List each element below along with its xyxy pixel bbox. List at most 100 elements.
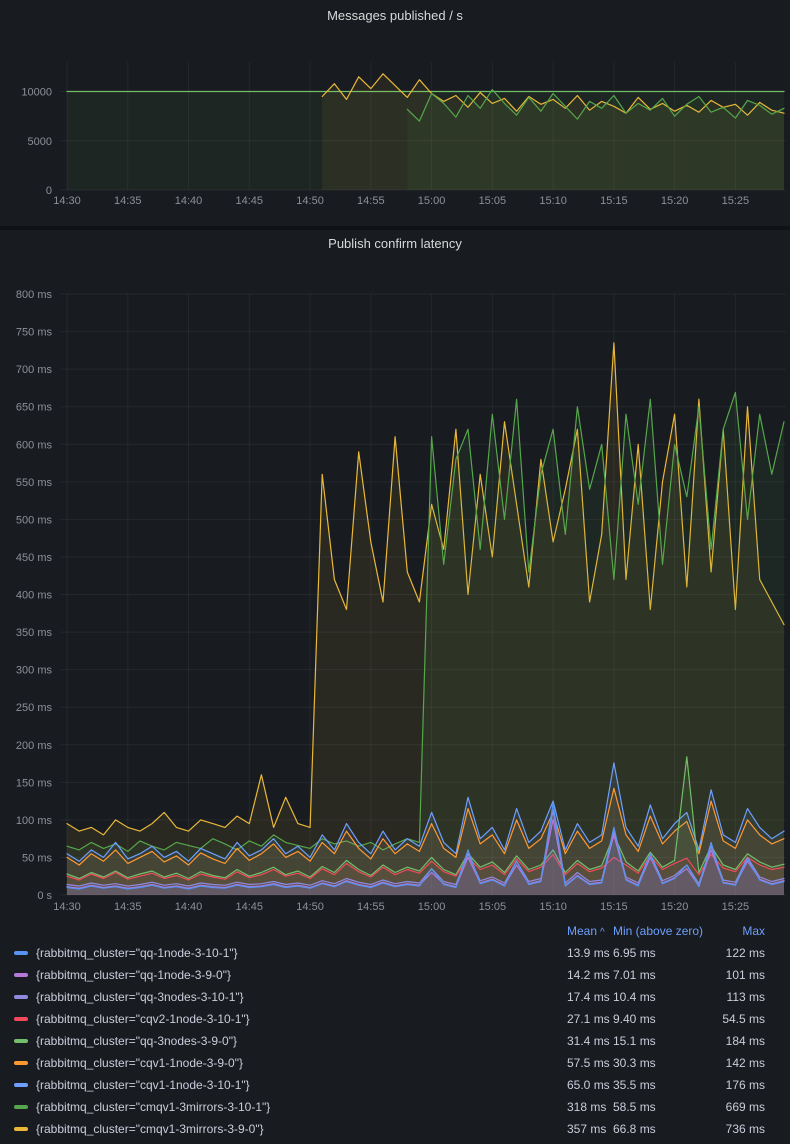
panel-publish-confirm-latency: Publish confirm latency 0 s 50 ms 100 ms 15…: [0, 230, 790, 1144]
messages-published-chart[interactable]: 050001000014:3014:3514:4014:4514:5014:55…: [0, 30, 790, 215]
x-axis-tick-label: 15:00: [418, 901, 446, 913]
legend-min-value: 15.1 ms: [613, 1034, 721, 1048]
y-axis-tick-label: 350 ms: [16, 627, 53, 639]
x-axis-tick-label: 15:05: [479, 901, 507, 913]
series-color-swatch: [14, 1017, 28, 1021]
y-axis-tick-label: 50 ms: [22, 852, 52, 864]
legend-min-value: 35.5 ms: [613, 1078, 721, 1092]
legend-series-label[interactable]: {rabbitmq_cluster="qq-3nodes-3-9-0"}: [36, 1034, 567, 1048]
y-axis-tick-label: 450 ms: [16, 552, 53, 564]
y-axis-tick-label: 750 ms: [16, 327, 53, 339]
legend-row[interactable]: {rabbitmq_cluster="cqv1-1node-3-10-1"}65…: [0, 1074, 790, 1096]
legend-row[interactable]: {rabbitmq_cluster="qq-1node-3-10-1"}13.9…: [0, 942, 790, 964]
x-axis-tick-label: 15:10: [539, 195, 567, 207]
panel-title-publish-confirm-latency[interactable]: Publish confirm latency: [0, 236, 790, 251]
legend-max-value: 736 ms: [721, 1122, 765, 1136]
legend-max-value: 142 ms: [721, 1056, 765, 1070]
legend-mean-value: 31.4 ms: [567, 1034, 613, 1048]
legend-mean-value: 13.9 ms: [567, 946, 613, 960]
y-axis-tick-label: 150 ms: [16, 777, 53, 789]
legend-row[interactable]: {rabbitmq_cluster="cqv2-1node-3-10-1"}27…: [0, 1008, 790, 1030]
legend-mean-value: 65.0 ms: [567, 1078, 613, 1092]
legend-column-header-max[interactable]: Max: [721, 924, 765, 938]
legend-row[interactable]: {rabbitmq_cluster="cmqv1-3mirrors-3-9-0"…: [0, 1118, 790, 1140]
legend-series-label[interactable]: {rabbitmq_cluster="cqv2-1node-3-10-1"}: [36, 1012, 567, 1026]
x-axis-tick-label: 14:45: [236, 901, 264, 913]
x-axis-tick-label: 15:20: [661, 901, 689, 913]
legend-max-value: 54.5 ms: [721, 1012, 765, 1026]
x-axis-tick-label: 15:15: [600, 901, 628, 913]
legend-min-value: 30.3 ms: [613, 1056, 721, 1070]
x-axis-tick-label: 15:25: [722, 901, 750, 913]
legend-mean-value: 17.4 ms: [567, 990, 613, 1004]
legend-series-label[interactable]: {rabbitmq_cluster="qq-1node-3-10-1"}: [36, 946, 567, 960]
x-axis-tick-label: 14:30: [53, 901, 81, 913]
x-axis-tick-label: 14:55: [357, 195, 385, 207]
legend-series-label[interactable]: {rabbitmq_cluster="cqv1-1node-3-9-0"}: [36, 1056, 567, 1070]
legend-mean-value: 57.5 ms: [567, 1056, 613, 1070]
legend-row[interactable]: {rabbitmq_cluster="cqv1-1node-3-9-0"}57.…: [0, 1052, 790, 1074]
legend-row[interactable]: {rabbitmq_cluster="qq-3nodes-3-10-1"}17.…: [0, 986, 790, 1008]
panel-messages-published: Messages published / s 050001000014:3014…: [0, 0, 790, 226]
panel-title-messages-published[interactable]: Messages published / s: [0, 8, 790, 23]
y-axis-tick-label: 800 ms: [16, 289, 53, 301]
y-axis-tick-label: 550 ms: [16, 477, 53, 489]
legend-max-value: 122 ms: [721, 946, 765, 960]
y-axis-tick-label: 250 ms: [16, 702, 53, 714]
legend-row[interactable]: {rabbitmq_cluster="qq-1node-3-9-0"}14.2 …: [0, 964, 790, 986]
legend-header-row: Mean^Min (above zero)Max: [0, 920, 790, 942]
sort-ascending-icon: ^: [600, 927, 605, 938]
series-color-swatch: [14, 1105, 28, 1109]
x-axis-tick-label: 14:35: [114, 901, 142, 913]
series-color-swatch: [14, 1039, 28, 1043]
legend-max-value: 101 ms: [721, 968, 765, 982]
x-axis-tick-label: 14:35: [114, 195, 142, 207]
legend-table: Mean^Min (above zero)Max{rabbitmq_cluste…: [0, 920, 790, 1144]
legend-min-value: 58.5 ms: [613, 1100, 721, 1114]
series-color-swatch: [14, 1083, 28, 1087]
y-axis-tick-label: 0: [46, 185, 52, 197]
x-axis-tick-label: 14:55: [357, 901, 385, 913]
y-axis-tick-label: 400 ms: [16, 590, 53, 602]
series-color-swatch: [14, 1127, 28, 1131]
series-color-swatch: [14, 1061, 28, 1065]
y-axis-tick-label: 100 ms: [16, 815, 53, 827]
series-color-swatch: [14, 995, 28, 999]
series-color-swatch: [14, 951, 28, 955]
legend-series-label[interactable]: {rabbitmq_cluster="qq-1node-3-9-0"}: [36, 968, 567, 982]
legend-column-header-mean[interactable]: Mean^: [567, 924, 613, 938]
grafana-dashboard: Messages published / s 0 5000 10000 14:30 14…: [0, 0, 790, 1144]
legend-max-value: 669 ms: [721, 1100, 765, 1114]
legend-mean-value: 357 ms: [567, 1122, 613, 1136]
legend-min-value: 66.8 ms: [613, 1122, 721, 1136]
legend-series-label[interactable]: {rabbitmq_cluster="qq-3nodes-3-10-1"}: [36, 990, 567, 1004]
x-axis-tick-label: 14:50: [296, 901, 324, 913]
x-axis-tick-label: 15:25: [722, 195, 750, 207]
y-axis-tick-label: 700 ms: [16, 364, 53, 376]
x-axis-tick-label: 15:20: [661, 195, 689, 207]
legend-series-label[interactable]: {rabbitmq_cluster="cqv1-1node-3-10-1"}: [36, 1078, 567, 1092]
legend-series-label[interactable]: {rabbitmq_cluster="cmqv1-3mirrors-3-9-0"…: [36, 1122, 567, 1136]
legend-column-header-min[interactable]: Min (above zero): [613, 924, 721, 938]
y-axis-tick-label: 650 ms: [16, 402, 53, 414]
y-axis-tick-label: 0 s: [37, 890, 52, 902]
legend-max-value: 113 ms: [721, 990, 765, 1004]
y-axis-tick-label: 10000: [21, 87, 52, 99]
x-axis-tick-label: 14:40: [175, 901, 203, 913]
legend-row[interactable]: {rabbitmq_cluster="qq-3nodes-3-9-0"}31.4…: [0, 1030, 790, 1052]
x-axis-tick-label: 15:00: [418, 195, 446, 207]
legend-row[interactable]: {rabbitmq_cluster="cmqv1-3mirrors-3-10-1…: [0, 1096, 790, 1118]
x-axis-tick-label: 14:50: [296, 195, 324, 207]
legend-mean-value: 27.1 ms: [567, 1012, 613, 1026]
legend-mean-value: 14.2 ms: [567, 968, 613, 982]
legend-max-value: 184 ms: [721, 1034, 765, 1048]
y-axis-tick-label: 200 ms: [16, 740, 53, 752]
y-axis-tick-label: 600 ms: [16, 439, 53, 451]
legend-min-value: 7.01 ms: [613, 968, 721, 982]
publish-confirm-latency-chart[interactable]: 0 s50 ms100 ms150 ms200 ms250 ms300 ms35…: [0, 278, 790, 920]
legend-series-label[interactable]: {rabbitmq_cluster="cmqv1-3mirrors-3-10-1…: [36, 1100, 567, 1114]
x-axis-tick-label: 14:45: [236, 195, 264, 207]
y-axis-tick-label: 5000: [28, 136, 52, 148]
x-axis-tick-label: 14:40: [175, 195, 203, 207]
x-axis-tick-label: 15:05: [479, 195, 507, 207]
